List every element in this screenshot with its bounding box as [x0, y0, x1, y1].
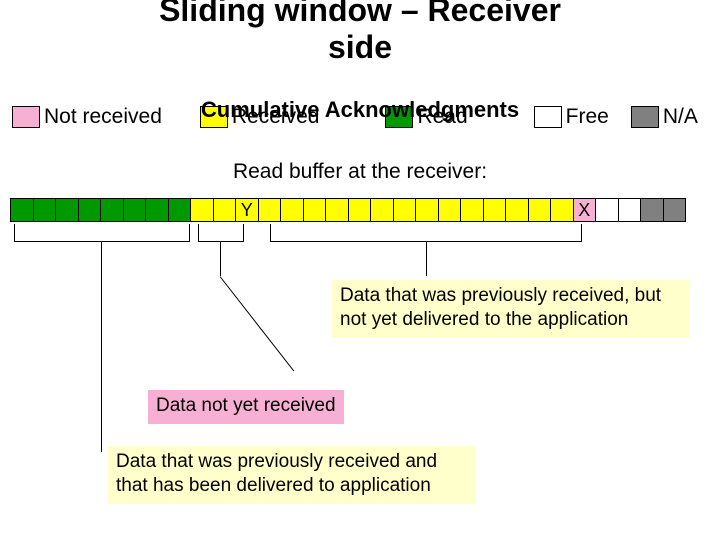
buffer-cell — [190, 198, 214, 222]
buffer-cell — [258, 198, 282, 222]
brace-notdeliv-right-tail — [426, 242, 427, 276]
brace-delivered-tail — [101, 242, 102, 452]
swatch-gray — [631, 106, 659, 128]
note-prev-received-delivered: Data that was previously received and th… — [108, 446, 476, 504]
buffer-cell — [325, 198, 349, 222]
brace-notdeliv-left-tail — [220, 242, 221, 276]
buffer-cell — [55, 198, 79, 222]
title-line1: Sliding window – Receiver — [159, 0, 561, 28]
brace-notdeliv-right — [270, 224, 582, 242]
buffer-cell — [145, 198, 169, 222]
note-not-yet-received: Data not yet received — [148, 390, 344, 424]
buffer-cell: Y — [235, 198, 259, 222]
buffer-cell — [280, 198, 304, 222]
buffer-cell: X — [573, 198, 597, 222]
legend-free: Free — [534, 105, 609, 129]
buffer-cell — [393, 198, 417, 222]
buffer-cell — [415, 198, 439, 222]
legend-not-received: Not received — [12, 105, 162, 129]
connector-diag — [220, 276, 295, 371]
slide-title: Sliding window – Receiver side — [0, 0, 720, 66]
buffer-cell — [10, 198, 34, 222]
note-prev-received-not-delivered: Data that was previously received, but n… — [332, 280, 690, 338]
buffer-cell — [483, 198, 507, 222]
read-buffer: YX — [10, 198, 685, 222]
buffer-cell — [438, 198, 462, 222]
buffer-cell — [168, 198, 192, 222]
buffer-cell — [460, 198, 484, 222]
swatch-white — [534, 106, 562, 128]
legend-not-received-label: Not received — [44, 105, 162, 129]
subtitle: Cumulative Acknowledgments — [201, 97, 519, 123]
buffer-cell — [213, 198, 237, 222]
buffer-cell — [33, 198, 57, 222]
buffer-cell — [550, 198, 574, 222]
brace-delivered — [14, 224, 190, 242]
buffer-cell — [663, 198, 687, 222]
buffer-cell — [303, 198, 327, 222]
buffer-cell — [505, 198, 529, 222]
buffer-cell — [528, 198, 552, 222]
legend-na: N/A — [631, 105, 698, 129]
buffer-cell — [640, 198, 664, 222]
swatch-pink — [12, 106, 40, 128]
legend-free-label: Free — [566, 105, 609, 129]
buffer-cell — [618, 198, 642, 222]
buffer-cell — [595, 198, 619, 222]
buffer-cell — [370, 198, 394, 222]
buffer-cell — [100, 198, 124, 222]
buffer-cell — [78, 198, 102, 222]
brace-notdeliv-left — [198, 224, 244, 242]
legend-na-label: N/A — [663, 105, 698, 129]
title-line2: side — [328, 29, 392, 65]
buffer-caption: Read buffer at the receiver: — [0, 160, 720, 184]
buffer-cell — [123, 198, 147, 222]
buffer-cell — [348, 198, 372, 222]
